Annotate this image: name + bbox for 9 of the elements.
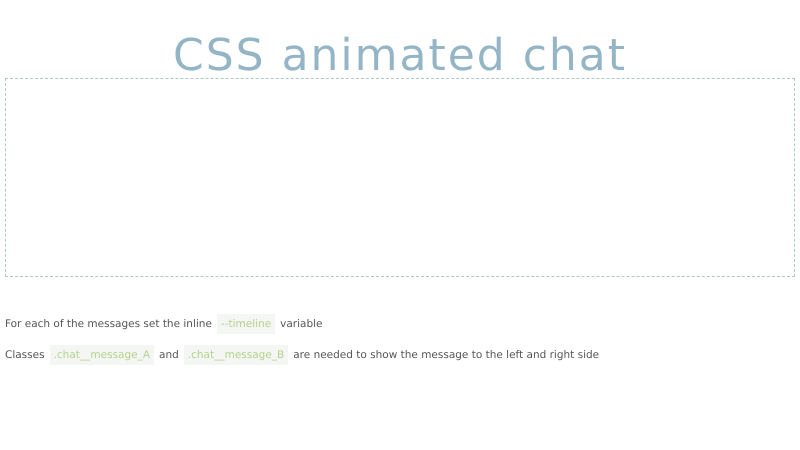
note-text: For each of the messages set the inline — [5, 318, 212, 330]
note-text: variable — [280, 318, 323, 330]
note-text: Classes — [5, 349, 45, 361]
note-text: and — [159, 349, 179, 361]
code-snippet: .chat__message_B — [184, 345, 288, 365]
page-title: CSS animated chat — [172, 29, 628, 78]
code-snippet: --timeline — [216, 314, 276, 334]
note-text: are needed to show the message to the left and right side — [293, 349, 600, 361]
code-snippet: .chat__message_A — [50, 345, 154, 365]
